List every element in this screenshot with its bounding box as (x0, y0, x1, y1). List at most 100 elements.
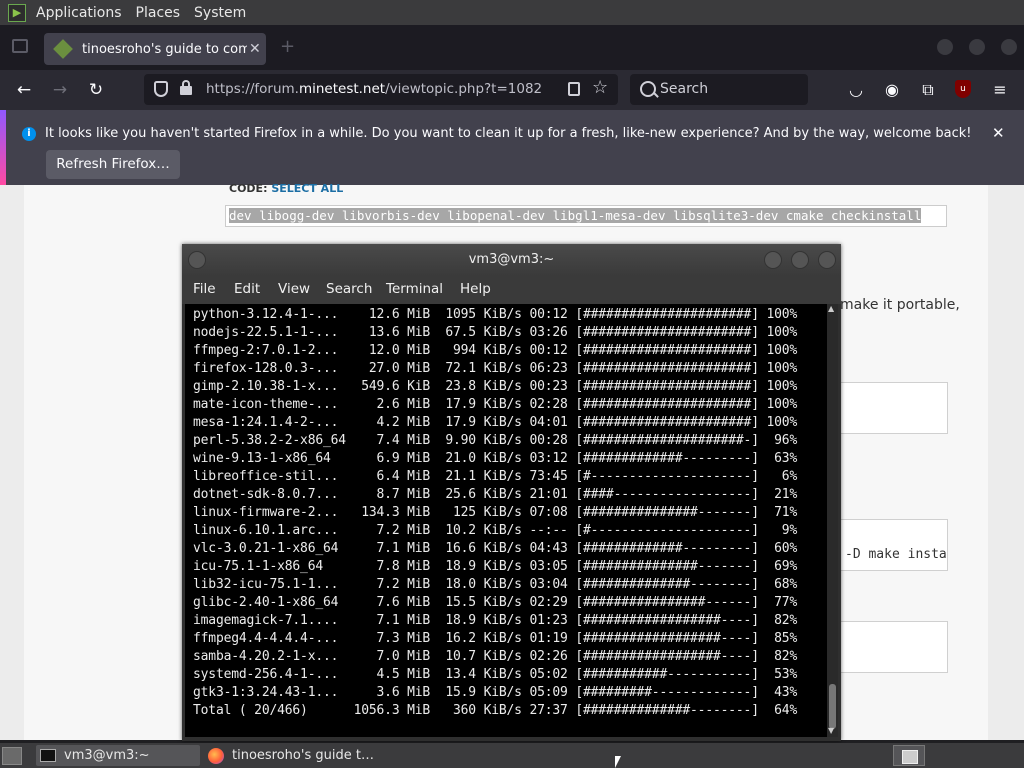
terminal-line: python-3.12.4-1-... 12.6 MiB 1095 KiB/s … (193, 307, 798, 322)
reload-icon[interactable]: ↻ (84, 78, 108, 102)
taskbar-label-firefox: tinoesroho's guide t… (232, 748, 374, 763)
terminal-menu-edit[interactable]: Edit (234, 281, 260, 297)
extensions-icon[interactable]: ⧉ (918, 80, 938, 100)
minetest-favicon-icon (53, 39, 73, 59)
terminal-line: gtk3-1:3.24.43-1... 3.6 MiB 15.9 KiB/s 0… (193, 685, 798, 700)
code-box-2 (830, 519, 948, 571)
select-all-link[interactable]: SELECT ALL (271, 182, 343, 195)
terminal-close-button[interactable] (818, 251, 836, 269)
firefox-icon (208, 747, 224, 764)
mate-logo-icon[interactable]: ▶ (8, 3, 26, 22)
browser-tab[interactable]: tinoesroho's guide to comp ✕ (44, 33, 266, 65)
notification-close-icon[interactable]: ✕ (992, 124, 1005, 142)
terminal-line: ffmpeg4.4-4.4.4-... 7.3 MiB 16.2 KiB/s 0… (193, 631, 798, 646)
terminal-menu-search[interactable]: Search (326, 281, 372, 297)
mouse-cursor-icon (615, 756, 621, 768)
terminal-line: samba-4.20.2-1-x... 7.0 MiB 10.7 KiB/s 0… (193, 649, 798, 664)
account-icon[interactable]: ◉ (882, 80, 902, 100)
terminal-line: perl-5.38.2-2-x86_64 7.4 MiB 9.90 KiB/s … (193, 433, 798, 448)
tab-title: tinoesroho's guide to comp (82, 41, 247, 57)
terminal-menu-view[interactable]: View (278, 281, 310, 297)
terminal-line: imagemagick-7.1.... 7.1 MiB 18.9 KiB/s 0… (193, 613, 798, 628)
terminal-line: mesa-1:24.1.4-2-... 4.2 MiB 17.9 KiB/s 0… (193, 415, 798, 430)
search-icon (640, 81, 656, 97)
terminal-line: wine-9.13-1-x86_64 6.9 MiB 21.0 KiB/s 03… (193, 451, 798, 466)
forward-icon[interactable]: → (48, 78, 72, 102)
info-icon: i (22, 127, 36, 141)
url-bar[interactable]: https://forum.minetest.net/viewtopic.php… (144, 74, 618, 105)
firefox-view-icon[interactable] (12, 39, 28, 53)
menu-hamburger-icon[interactable]: ≡ (990, 80, 1010, 100)
terminal-line: mate-icon-theme-... 2.6 MiB 17.9 KiB/s 0… (193, 397, 798, 412)
terminal-scrollbar[interactable]: ▲ ▼ (827, 304, 838, 737)
workspace-window-icon (902, 750, 918, 764)
terminal-line: firefox-128.0.3-... 27.0 MiB 72.1 KiB/s … (193, 361, 798, 376)
terminal-line: dotnet-sdk-8.0.7... 8.7 MiB 25.6 KiB/s 2… (193, 487, 798, 502)
refresh-firefox-button[interactable]: Refresh Firefox… (46, 150, 180, 179)
terminal-line: glibc-2.40-1-x86_64 7.6 MiB 15.5 KiB/s 0… (193, 595, 798, 610)
taskbar-label-terminal: vm3@vm3:~ (64, 748, 150, 763)
back-icon[interactable]: ← (12, 78, 36, 102)
maximize-window-button[interactable] (969, 39, 985, 55)
reader-view-icon[interactable] (568, 82, 580, 96)
terminal-output: python-3.12.4-1-... 12.6 MiB 1095 KiB/s … (193, 306, 797, 720)
desktop: { "panel": { "menus": ["Applications", "… (0, 0, 1024, 768)
code-header: CODE: SELECT ALL (229, 182, 343, 195)
minimize-window-button[interactable] (937, 39, 953, 55)
lock-icon[interactable] (180, 80, 192, 95)
new-tab-icon[interactable]: + (280, 36, 295, 57)
code-block[interactable]: dev libogg-dev libvorbis-dev libopenal-d… (225, 205, 947, 227)
terminal-window: vm3@vm3:~ File Edit View Search Terminal… (182, 244, 841, 741)
ublock-origin-icon[interactable]: u (955, 80, 971, 98)
terminal-menubar: File Edit View Search Terminal Help (182, 276, 841, 304)
code-snippet-text: -D make insta (845, 547, 947, 562)
terminal-line: systemd-256.4-1-... 4.5 MiB 13.4 KiB/s 0… (193, 667, 798, 682)
tab-close-icon[interactable]: ✕ (249, 41, 261, 57)
notification-accent (0, 110, 6, 185)
show-desktop-icon[interactable] (2, 747, 22, 765)
post-text: make it portable, (840, 297, 960, 313)
terminal-line: libreoffice-stil... 6.4 MiB 21.1 KiB/s 7… (193, 469, 798, 484)
search-placeholder: Search (660, 81, 709, 97)
top-panel: ▶ Applications Places System (0, 0, 1024, 25)
terminal-screen[interactable]: python-3.12.4-1-... 12.6 MiB 1095 KiB/s … (185, 304, 827, 737)
search-bar[interactable]: Search (630, 74, 808, 105)
terminal-minimize-button[interactable] (764, 251, 782, 269)
url-text[interactable]: https://forum.minetest.net/viewtopic.php… (206, 81, 542, 97)
terminal-line: lib32-icu-75.1-1... 7.2 MiB 18.0 KiB/s 0… (193, 577, 798, 592)
workspace-switcher[interactable] (893, 745, 925, 766)
bookmark-star-icon[interactable]: ☆ (592, 77, 608, 98)
scroll-up-icon[interactable]: ▲ (828, 304, 834, 313)
terminal-menu-terminal[interactable]: Terminal (386, 281, 443, 297)
terminal-line: gimp-2.10.38-1-x... 549.6 KiB 23.8 KiB/s… (193, 379, 798, 394)
terminal-line: linux-firmware-2... 134.3 MiB 125 KiB/s … (193, 505, 798, 520)
menu-system[interactable]: System (194, 5, 246, 21)
bottom-taskbar: vm3@vm3:~ tinoesroho's guide t… (0, 743, 1024, 768)
terminal-menu-file[interactable]: File (193, 281, 216, 297)
menu-places[interactable]: Places (136, 5, 181, 21)
code-label: CODE: (229, 182, 268, 195)
terminal-line: Total ( 20/466) 1056.3 MiB 360 KiB/s 27:… (193, 703, 798, 718)
terminal-maximize-button[interactable] (791, 251, 809, 269)
notification-message: It looks like you haven't started Firefo… (45, 126, 972, 141)
code-text: dev libogg-dev libvorbis-dev libopenal-d… (229, 208, 922, 223)
terminal-titlebar[interactable]: vm3@vm3:~ (182, 244, 841, 276)
terminal-icon (40, 749, 56, 762)
terminal-line: vlc-3.0.21-1-x86_64 7.1 MiB 16.6 KiB/s 0… (193, 541, 798, 556)
code-box-3 (830, 621, 948, 673)
refresh-notification: i It looks like you haven't started Fire… (0, 110, 1024, 185)
taskbar-item-firefox[interactable]: tinoesroho's guide t… (206, 745, 396, 766)
scroll-down-icon[interactable]: ▼ (828, 726, 834, 735)
taskbar-item-terminal[interactable]: vm3@vm3:~ (36, 745, 200, 766)
terminal-line: linux-6.10.1.arc... 7.2 MiB 10.2 KiB/s -… (193, 523, 798, 538)
navigation-toolbar: ← → ↻ https://forum.minetest.net/viewtop… (0, 70, 1024, 110)
terminal-line: nodejs-22.5.1-1-... 13.6 MiB 67.5 KiB/s … (193, 325, 798, 340)
terminal-line: ffmpeg-2:7.0.1-2... 12.0 MiB 994 KiB/s 0… (193, 343, 798, 358)
close-window-button[interactable] (1001, 39, 1017, 55)
terminal-title: vm3@vm3:~ (468, 252, 555, 267)
pocket-icon[interactable]: ◡ (846, 80, 866, 100)
terminal-menu-help[interactable]: Help (460, 281, 491, 297)
tracking-protection-icon[interactable] (154, 81, 168, 97)
menu-applications[interactable]: Applications (36, 5, 122, 21)
scrollbar-thumb[interactable] (829, 684, 836, 729)
